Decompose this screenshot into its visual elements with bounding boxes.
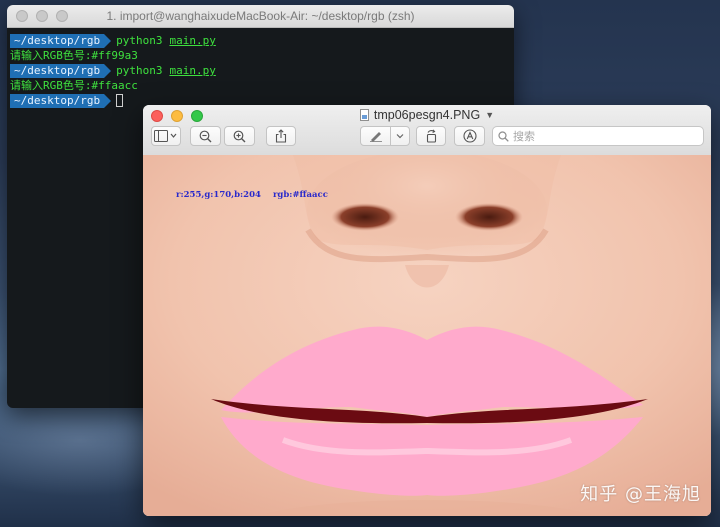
program-output: 请输入RGB色号:#ff99a3 <box>10 49 138 62</box>
command-argument: main.py <box>169 64 216 77</box>
zoom-out-button[interactable] <box>190 126 221 146</box>
chevron-down-icon: ▼ <box>485 110 495 120</box>
terminal-output[interactable]: ~/desktop/rgb python3 main.py 请输入RGB色号:#… <box>7 28 514 108</box>
preview-title[interactable]: tmp06pesgn4.PNG ▼ <box>143 108 711 122</box>
share-icon <box>275 129 287 143</box>
markup-toolbar-button[interactable] <box>454 126 485 146</box>
program-output: 请输入RGB色号:#ffaacc <box>10 79 138 92</box>
search-input[interactable] <box>513 129 693 143</box>
sidebar-toggle-button[interactable] <box>151 126 181 146</box>
pen-options-dropdown[interactable] <box>390 126 410 146</box>
markup-icon <box>462 129 477 143</box>
terminal-line: ~/desktop/rgb python3 main.py <box>10 33 512 48</box>
rgb-values-text: r:255,g:170,b:204 <box>176 190 261 200</box>
command-text: python3 <box>116 34 163 47</box>
zoom-in-button[interactable] <box>224 126 255 146</box>
preview-window[interactable]: tmp06pesgn4.PNG ▼ 搜索 r:255,g:170,b:204 r… <box>143 105 711 516</box>
terminal-titlebar[interactable]: 1. import@wanghaixudeMacBook-Air: ~/desk… <box>7 5 514 28</box>
sidebar-icon <box>154 130 177 142</box>
watermark: 知乎 @王海旭 <box>580 484 701 505</box>
prompt-segment: ~/desktop/rgb <box>10 33 112 48</box>
color-readout: r:255,g:170,b:204 rgb:#ffaacc <box>176 190 328 200</box>
terminal-line: 请输入RGB色号:#ffaacc <box>10 78 512 93</box>
prompt-segment: ~/desktop/rgb <box>10 63 112 78</box>
face-photo <box>143 155 711 516</box>
terminal-line: 请输入RGB色号:#ff99a3 <box>10 48 512 63</box>
hex-value-text: rgb:#ffaacc <box>272 190 328 200</box>
command-text: python3 <box>116 64 163 77</box>
zoom-in-icon <box>233 130 246 142</box>
preview-toolbar: tmp06pesgn4.PNG ▼ <box>143 105 711 156</box>
terminal-line: ~/desktop/rgb python3 main.py <box>10 63 512 78</box>
prompt-segment: ~/desktop/rgb <box>10 93 112 108</box>
share-button[interactable] <box>266 126 296 146</box>
rotate-button[interactable] <box>416 126 446 146</box>
image-canvas[interactable]: r:255,g:170,b:204 rgb:#ffaacc 知乎 @王海旭 <box>143 155 711 516</box>
search-field[interactable] <box>492 126 704 146</box>
rotate-icon <box>426 129 436 143</box>
command-argument: main.py <box>169 34 216 47</box>
chevron-down-icon <box>396 134 404 139</box>
document-title: tmp06pesgn4.PNG <box>373 108 481 122</box>
markup-pen-button[interactable] <box>360 126 391 146</box>
search-icon <box>498 130 509 142</box>
terminal-title: 1. import@wanghaixudeMacBook-Air: ~/desk… <box>106 9 415 23</box>
zoom-out-icon <box>199 130 212 142</box>
pen-icon <box>369 132 382 142</box>
png-file-icon <box>359 109 369 121</box>
text-cursor <box>116 94 124 107</box>
